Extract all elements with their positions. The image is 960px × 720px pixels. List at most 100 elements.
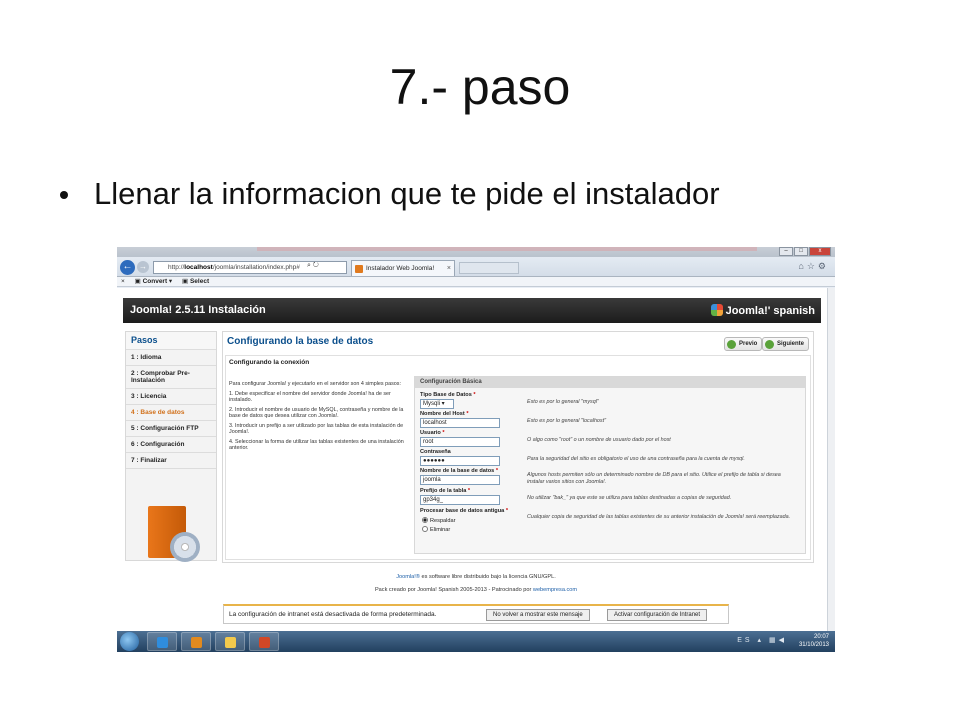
url-host: localhost (184, 264, 213, 271)
vertical-scrollbar[interactable] (827, 288, 835, 631)
close-x-icon[interactable]: × (121, 278, 125, 285)
screenshot: – □ x ← → http://localhost/joomla/instal… (117, 247, 835, 652)
refresh-icon[interactable]: ↻ (313, 262, 319, 269)
previous-arrow-icon (727, 340, 736, 349)
url-path: /joomla/installation/index.php# (212, 264, 300, 271)
ie-icon (157, 637, 168, 648)
next-arrow-icon (765, 340, 774, 349)
clock[interactable]: 20:07 31/10/2013 (799, 633, 829, 649)
taskbar-ie[interactable] (147, 632, 177, 651)
page-title: Configurando la base de datos (227, 336, 374, 347)
close-icon[interactable]: x (809, 247, 831, 256)
cd-icon (170, 532, 200, 562)
url-prefix: http:// (168, 264, 185, 271)
step-pre-instalacion: 2 : Comprobar Pre-Instalación (126, 366, 216, 389)
old-db-label: Procesar base de datos antigua * (420, 508, 508, 514)
tray-icons: ES ▴ ▦◀ (737, 637, 787, 644)
clock-time: 20:07 (813, 634, 829, 640)
table-prefix-input[interactable]: gp34g_ (420, 495, 500, 505)
url-tools: ⌕ ↻ (307, 262, 319, 270)
radio-respaldar[interactable]: Respaldar (422, 517, 456, 524)
start-button[interactable] (120, 632, 139, 651)
db-type-hint: Esto es por lo general "mysql" (527, 399, 599, 405)
connection-panel: Configurando la conexión Para configurar… (225, 355, 811, 560)
user-label: Usuario * (420, 430, 445, 436)
host-input[interactable]: localhost (420, 418, 500, 428)
notification-message: La configuración de intranet está desact… (229, 611, 437, 618)
media-player-icon (191, 637, 202, 648)
webempresa-link[interactable]: webempresa.com (533, 587, 577, 593)
previous-button[interactable]: Previo (724, 337, 763, 351)
footer-license-text: es software libre distribuido bajo la li… (419, 574, 556, 580)
footer-license: Joomla!® es software libre distribuido b… (117, 574, 835, 580)
address-bar: ← → http://localhost/joomla/installation… (117, 257, 835, 277)
connection-panel-title: Configurando la conexión (229, 359, 310, 366)
basic-config-panel: Configuración Básica Tipo Base de Datos … (414, 376, 806, 554)
lang-indicator[interactable]: ES (737, 637, 752, 644)
joomla-favicon-icon (355, 265, 363, 273)
bullet-text: Llenar la informacion que te pide el ins… (94, 176, 720, 211)
step-configuracion-ftp: 5 : Configuración FTP (126, 421, 216, 437)
network-icon[interactable]: ▦ (769, 637, 779, 644)
forward-arrow-icon[interactable]: → (137, 261, 149, 273)
step-base-de-datos: 4 : Base de datos (126, 405, 216, 421)
step-finalizar: 7 : Finalizar (126, 453, 216, 469)
radio-eliminar[interactable]: Eliminar (422, 526, 450, 533)
tab-close-icon[interactable]: × (447, 261, 451, 276)
gear-icon[interactable]: ⚙ (818, 261, 829, 271)
search-icon[interactable]: ⌕ (307, 262, 311, 269)
password-input[interactable]: ●●●●●● (420, 456, 500, 466)
step-idioma: 1 : Idioma (126, 350, 216, 366)
intro-step-3: 3. Introducir un prefijo a ser utilizado… (229, 422, 404, 436)
favorites-star-icon[interactable]: ☆ (807, 261, 818, 271)
home-icon[interactable]: ⌂ (798, 261, 806, 271)
intranet-notification-bar: La configuración de intranet está desact… (223, 604, 729, 624)
db-name-input[interactable]: joomla (420, 475, 500, 485)
volume-icon[interactable]: ◀ (779, 637, 787, 644)
password-label: Contraseña (420, 449, 451, 455)
radio-selected-icon (422, 517, 428, 523)
host-hint: Esto es por lo general "localhost" (527, 418, 607, 424)
window-titlebar: – □ x (117, 247, 835, 257)
intro-step-2: 2. Introducir el nombre de usuario de My… (229, 406, 404, 420)
powerpoint-icon (259, 637, 270, 648)
joomla-logo-icon (710, 304, 723, 316)
taskbar-media[interactable] (181, 632, 211, 651)
host-label: Nombre del Host * (420, 411, 469, 417)
taskbar-explorer[interactable] (215, 632, 245, 651)
page-content: Joomla! 2.5.11 Instalación Joomla!' span… (117, 288, 835, 631)
intro-step-1: 1. Debe especificar el nombre del servid… (229, 390, 391, 404)
minimize-icon[interactable]: – (779, 247, 793, 256)
steps-sidebar: Pasos 1 : Idioma 2 : Comprobar Pre-Insta… (125, 331, 217, 562)
db-type-select[interactable]: Mysqli ▾ (420, 399, 454, 409)
taskbar: ES ▴ ▦◀ 20:07 31/10/2013 (117, 631, 835, 652)
joomla-header: Joomla! 2.5.11 Instalación Joomla!' span… (123, 298, 821, 323)
db-name-label: Nombre de la base de datos * (420, 468, 499, 474)
joomla-link[interactable]: Joomla!® (396, 574, 420, 580)
sidebar-title: Pasos (126, 332, 216, 350)
clock-date: 31/10/2013 (798, 642, 829, 648)
intro-step-4: 4. Seleccionar la forma de utilizar las … (229, 438, 404, 452)
tab-title: Instalador Web Joomla! (366, 265, 435, 272)
tab-new[interactable] (459, 262, 519, 274)
user-hint: O algo como "root" o un nombre de usuari… (527, 437, 671, 443)
installer-title: Joomla! 2.5.11 Instalación (130, 304, 266, 316)
user-input[interactable]: root (420, 437, 500, 447)
convert-button[interactable]: ▣ Convert ▾ (135, 278, 173, 285)
titlebar-highlight (257, 247, 757, 251)
taskbar-powerpoint[interactable] (249, 632, 279, 651)
select-button[interactable]: ▣ Select (182, 278, 209, 285)
maximize-icon[interactable]: □ (794, 247, 808, 256)
tab-joomla-installer[interactable]: Instalador Web Joomla! × (351, 260, 455, 276)
browser-toolbar-icons: ⌂☆⚙ (798, 261, 829, 272)
next-button[interactable]: Siguiente (762, 337, 810, 351)
basic-config-title: Configuración Básica (415, 377, 805, 388)
table-prefix-label: Prefijo de la tabla * (420, 488, 471, 494)
folder-icon (225, 637, 236, 648)
activate-intranet-button[interactable]: Activar configuración de Intranet (607, 609, 708, 621)
bullet-dot-icon (60, 191, 68, 199)
old-db-hint: Cualquier copia de seguridad de las tabl… (527, 514, 791, 520)
install-box-image (142, 500, 200, 562)
dont-show-again-button[interactable]: No volver a mostrar este mensaje (486, 609, 590, 621)
back-arrow-icon[interactable]: ← (120, 260, 135, 275)
